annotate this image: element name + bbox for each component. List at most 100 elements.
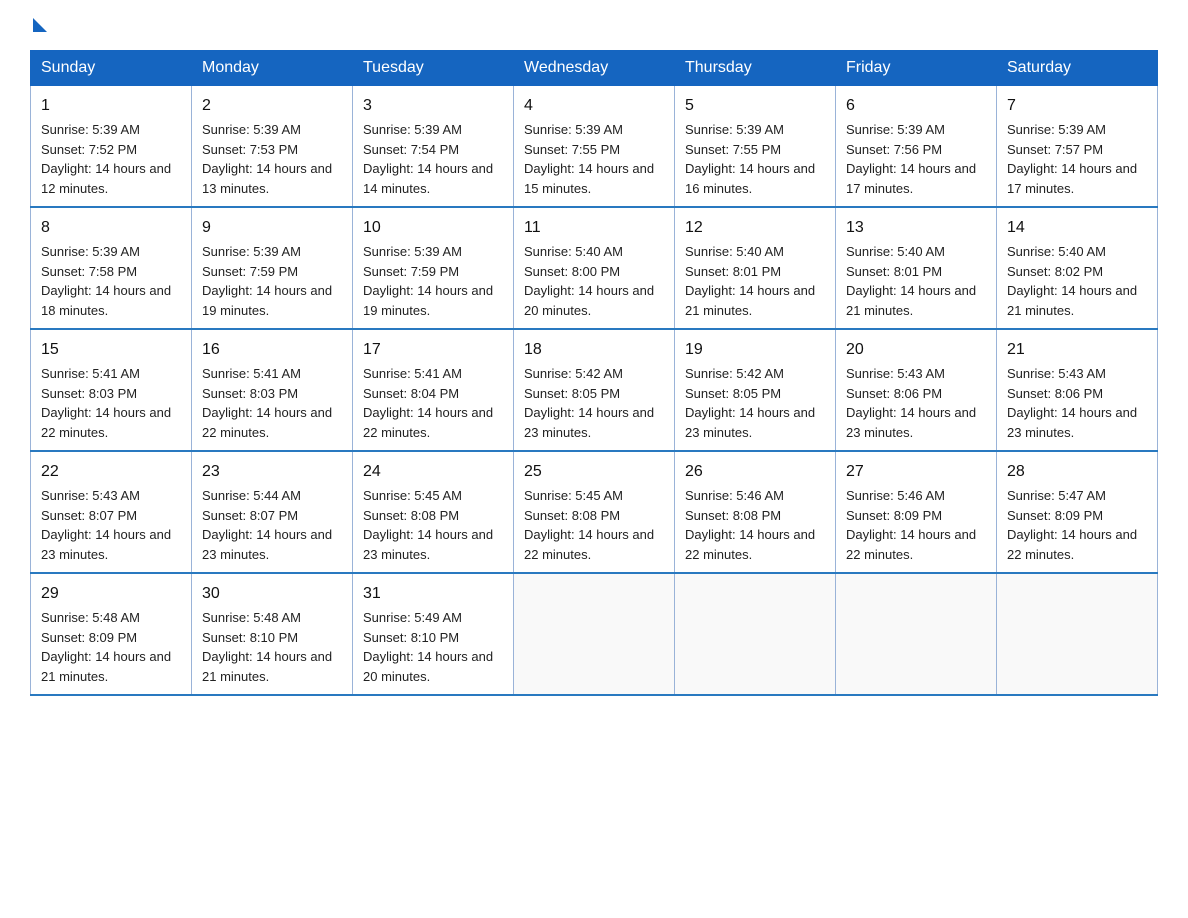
sunset-label: Sunset: 8:03 PM xyxy=(41,386,137,401)
day-number: 19 xyxy=(685,338,825,362)
day-number: 13 xyxy=(846,216,986,240)
sunrise-label: Sunrise: 5:46 AM xyxy=(685,488,784,503)
daylight-label: Daylight: 14 hours and 21 minutes. xyxy=(1007,283,1137,318)
calendar-cell: 9 Sunrise: 5:39 AM Sunset: 7:59 PM Dayli… xyxy=(192,207,353,329)
sunrise-label: Sunrise: 5:47 AM xyxy=(1007,488,1106,503)
day-number: 4 xyxy=(524,94,664,118)
sunset-label: Sunset: 7:53 PM xyxy=(202,142,298,157)
sunrise-label: Sunrise: 5:41 AM xyxy=(41,366,140,381)
day-number: 17 xyxy=(363,338,503,362)
day-number: 21 xyxy=(1007,338,1147,362)
week-row-4: 22 Sunrise: 5:43 AM Sunset: 8:07 PM Dayl… xyxy=(31,451,1158,573)
day-number: 10 xyxy=(363,216,503,240)
daylight-label: Daylight: 14 hours and 22 minutes. xyxy=(363,405,493,440)
sunrise-label: Sunrise: 5:49 AM xyxy=(363,610,462,625)
daylight-label: Daylight: 14 hours and 20 minutes. xyxy=(363,649,493,684)
calendar-cell: 18 Sunrise: 5:42 AM Sunset: 8:05 PM Dayl… xyxy=(514,329,675,451)
day-number: 23 xyxy=(202,460,342,484)
calendar-cell: 13 Sunrise: 5:40 AM Sunset: 8:01 PM Dayl… xyxy=(836,207,997,329)
sunset-label: Sunset: 8:03 PM xyxy=(202,386,298,401)
day-header-wednesday: Wednesday xyxy=(514,51,675,86)
calendar-cell: 2 Sunrise: 5:39 AM Sunset: 7:53 PM Dayli… xyxy=(192,86,353,208)
header-row: SundayMondayTuesdayWednesdayThursdayFrid… xyxy=(31,51,1158,86)
sunset-label: Sunset: 7:52 PM xyxy=(41,142,137,157)
calendar-cell: 26 Sunrise: 5:46 AM Sunset: 8:08 PM Dayl… xyxy=(675,451,836,573)
sunset-label: Sunset: 7:58 PM xyxy=(41,264,137,279)
daylight-label: Daylight: 14 hours and 13 minutes. xyxy=(202,161,332,196)
calendar-cell xyxy=(514,573,675,695)
day-number: 20 xyxy=(846,338,986,362)
calendar-cell: 12 Sunrise: 5:40 AM Sunset: 8:01 PM Dayl… xyxy=(675,207,836,329)
week-row-1: 1 Sunrise: 5:39 AM Sunset: 7:52 PM Dayli… xyxy=(31,86,1158,208)
sunrise-label: Sunrise: 5:45 AM xyxy=(363,488,462,503)
sunrise-label: Sunrise: 5:46 AM xyxy=(846,488,945,503)
daylight-label: Daylight: 14 hours and 22 minutes. xyxy=(846,527,976,562)
sunset-label: Sunset: 8:08 PM xyxy=(685,508,781,523)
daylight-label: Daylight: 14 hours and 14 minutes. xyxy=(363,161,493,196)
sunset-label: Sunset: 8:07 PM xyxy=(202,508,298,523)
calendar-cell xyxy=(997,573,1158,695)
sunset-label: Sunset: 8:09 PM xyxy=(846,508,942,523)
day-header-saturday: Saturday xyxy=(997,51,1158,86)
logo-wordmark xyxy=(30,20,47,32)
daylight-label: Daylight: 14 hours and 23 minutes. xyxy=(363,527,493,562)
sunrise-label: Sunrise: 5:42 AM xyxy=(685,366,784,381)
sunset-label: Sunset: 8:09 PM xyxy=(1007,508,1103,523)
sunset-label: Sunset: 8:01 PM xyxy=(846,264,942,279)
daylight-label: Daylight: 14 hours and 22 minutes. xyxy=(1007,527,1137,562)
daylight-label: Daylight: 14 hours and 15 minutes. xyxy=(524,161,654,196)
calendar-cell: 15 Sunrise: 5:41 AM Sunset: 8:03 PM Dayl… xyxy=(31,329,192,451)
daylight-label: Daylight: 14 hours and 21 minutes. xyxy=(202,649,332,684)
day-number: 11 xyxy=(524,216,664,240)
week-row-5: 29 Sunrise: 5:48 AM Sunset: 8:09 PM Dayl… xyxy=(31,573,1158,695)
sunrise-label: Sunrise: 5:43 AM xyxy=(41,488,140,503)
day-number: 5 xyxy=(685,94,825,118)
sunset-label: Sunset: 8:10 PM xyxy=(202,630,298,645)
calendar-cell: 31 Sunrise: 5:49 AM Sunset: 8:10 PM Dayl… xyxy=(353,573,514,695)
week-row-2: 8 Sunrise: 5:39 AM Sunset: 7:58 PM Dayli… xyxy=(31,207,1158,329)
daylight-label: Daylight: 14 hours and 21 minutes. xyxy=(846,283,976,318)
daylight-label: Daylight: 14 hours and 19 minutes. xyxy=(363,283,493,318)
logo-arrow-icon xyxy=(33,18,47,32)
sunset-label: Sunset: 8:01 PM xyxy=(685,264,781,279)
calendar-cell: 23 Sunrise: 5:44 AM Sunset: 8:07 PM Dayl… xyxy=(192,451,353,573)
calendar-cell: 3 Sunrise: 5:39 AM Sunset: 7:54 PM Dayli… xyxy=(353,86,514,208)
day-number: 30 xyxy=(202,582,342,606)
daylight-label: Daylight: 14 hours and 22 minutes. xyxy=(202,405,332,440)
calendar-cell: 11 Sunrise: 5:40 AM Sunset: 8:00 PM Dayl… xyxy=(514,207,675,329)
day-number: 2 xyxy=(202,94,342,118)
sunrise-label: Sunrise: 5:40 AM xyxy=(524,244,623,259)
day-number: 14 xyxy=(1007,216,1147,240)
day-header-thursday: Thursday xyxy=(675,51,836,86)
calendar-cell: 7 Sunrise: 5:39 AM Sunset: 7:57 PM Dayli… xyxy=(997,86,1158,208)
sunrise-label: Sunrise: 5:43 AM xyxy=(1007,366,1106,381)
sunset-label: Sunset: 8:05 PM xyxy=(524,386,620,401)
sunset-label: Sunset: 8:02 PM xyxy=(1007,264,1103,279)
sunset-label: Sunset: 8:09 PM xyxy=(41,630,137,645)
calendar-cell: 1 Sunrise: 5:39 AM Sunset: 7:52 PM Dayli… xyxy=(31,86,192,208)
sunrise-label: Sunrise: 5:44 AM xyxy=(202,488,301,503)
day-number: 15 xyxy=(41,338,181,362)
day-header-sunday: Sunday xyxy=(31,51,192,86)
calendar-cell: 24 Sunrise: 5:45 AM Sunset: 8:08 PM Dayl… xyxy=(353,451,514,573)
sunset-label: Sunset: 8:10 PM xyxy=(363,630,459,645)
sunset-label: Sunset: 8:06 PM xyxy=(1007,386,1103,401)
sunrise-label: Sunrise: 5:39 AM xyxy=(41,244,140,259)
sunrise-label: Sunrise: 5:39 AM xyxy=(846,122,945,137)
sunset-label: Sunset: 7:59 PM xyxy=(202,264,298,279)
sunrise-label: Sunrise: 5:39 AM xyxy=(202,244,301,259)
calendar-cell: 27 Sunrise: 5:46 AM Sunset: 8:09 PM Dayl… xyxy=(836,451,997,573)
sunset-label: Sunset: 8:08 PM xyxy=(524,508,620,523)
calendar-cell: 14 Sunrise: 5:40 AM Sunset: 8:02 PM Dayl… xyxy=(997,207,1158,329)
daylight-label: Daylight: 14 hours and 23 minutes. xyxy=(685,405,815,440)
day-number: 27 xyxy=(846,460,986,484)
daylight-label: Daylight: 14 hours and 18 minutes. xyxy=(41,283,171,318)
sunrise-label: Sunrise: 5:39 AM xyxy=(41,122,140,137)
daylight-label: Daylight: 14 hours and 17 minutes. xyxy=(846,161,976,196)
calendar-cell: 5 Sunrise: 5:39 AM Sunset: 7:55 PM Dayli… xyxy=(675,86,836,208)
calendar-cell: 19 Sunrise: 5:42 AM Sunset: 8:05 PM Dayl… xyxy=(675,329,836,451)
sunset-label: Sunset: 7:55 PM xyxy=(685,142,781,157)
daylight-label: Daylight: 14 hours and 22 minutes. xyxy=(524,527,654,562)
calendar-cell: 6 Sunrise: 5:39 AM Sunset: 7:56 PM Dayli… xyxy=(836,86,997,208)
calendar-cell: 28 Sunrise: 5:47 AM Sunset: 8:09 PM Dayl… xyxy=(997,451,1158,573)
